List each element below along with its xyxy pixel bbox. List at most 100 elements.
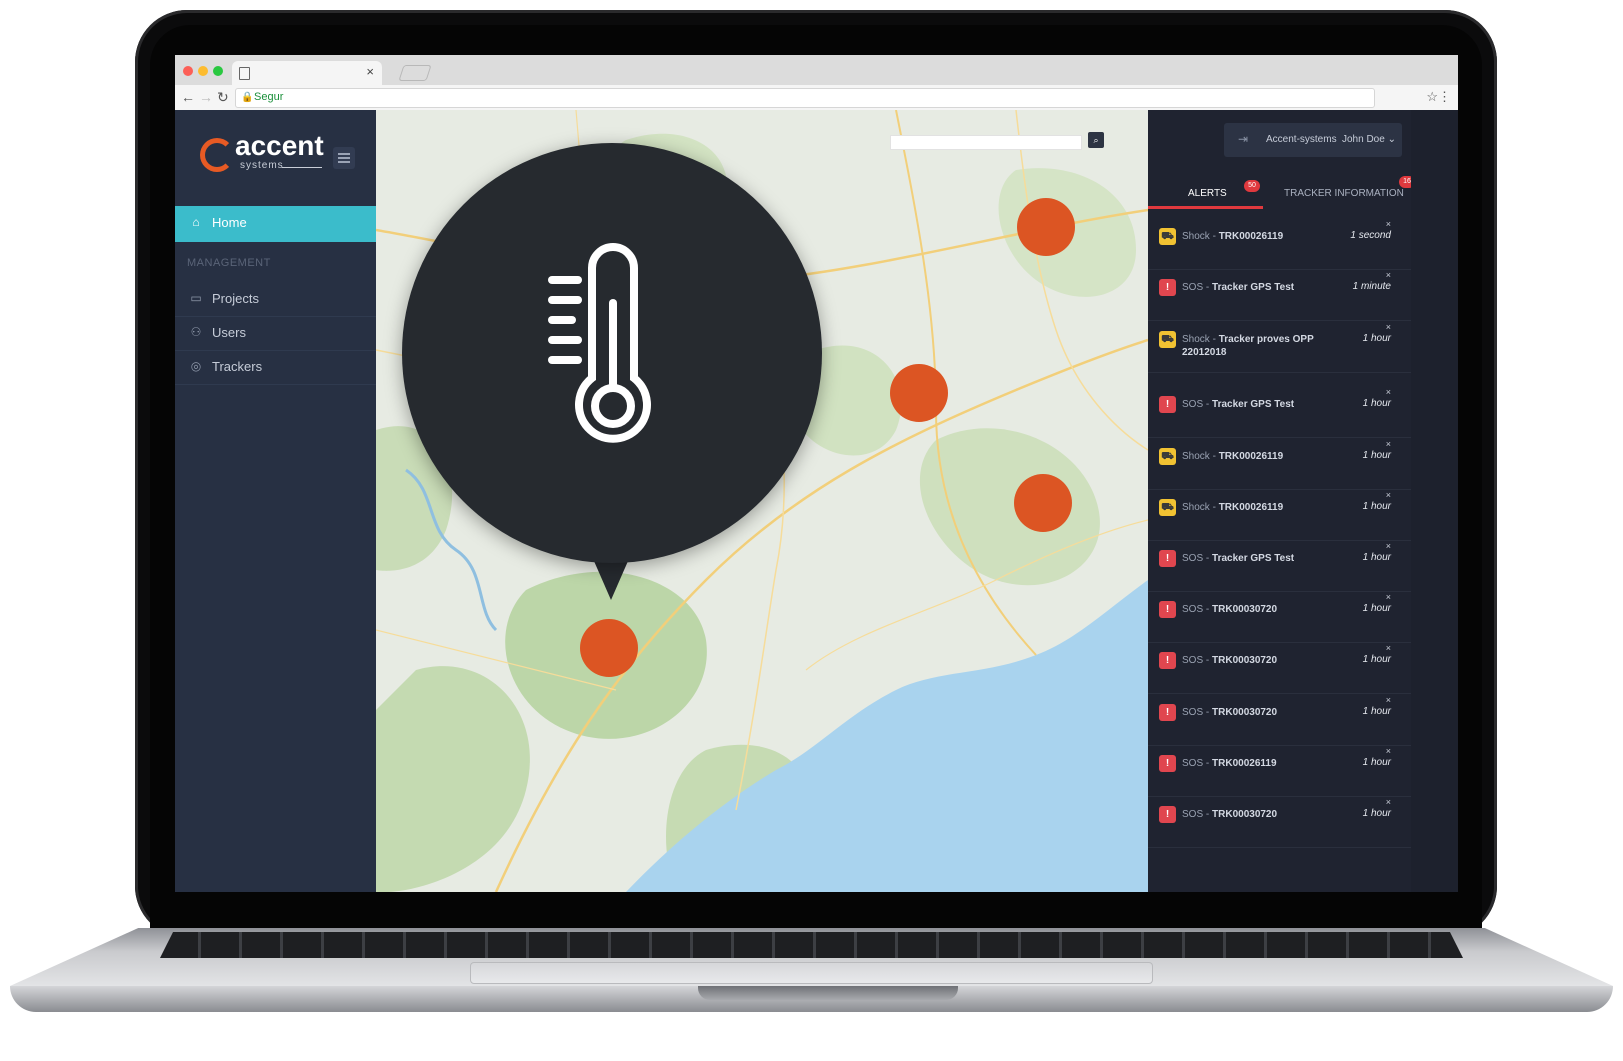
map-marker[interactable] <box>580 619 638 677</box>
vehicle-shock-icon: ⛟ <box>1159 228 1176 245</box>
document-icon <box>239 67 250 80</box>
url-text: Segur <box>254 91 284 103</box>
alert-device: TRK00026119 <box>1218 451 1284 462</box>
dismiss-alert-icon[interactable]: × <box>1386 270 1391 280</box>
search-icon[interactable]: ⌕ <box>1088 132 1104 148</box>
logo-underline <box>282 167 322 168</box>
separator: - <box>1209 451 1219 462</box>
lid-opening-notch <box>698 986 958 1000</box>
browser-address-bar: ← → ↻ 🔒 Segur ☆ ⋮ <box>175 85 1458 111</box>
url-field[interactable]: 🔒 Segur <box>235 88 1375 108</box>
window-close-button[interactable] <box>183 66 193 76</box>
bookmark-star-icon[interactable]: ☆ <box>1426 89 1438 105</box>
browser-menu-icon[interactable]: ⋮ <box>1438 89 1451 105</box>
separator: - <box>1209 502 1219 513</box>
tab-alerts[interactable]: ALERTS 50 <box>1148 178 1263 209</box>
alert-time: 1 hour <box>1362 501 1391 512</box>
dismiss-alert-icon[interactable]: × <box>1386 797 1391 807</box>
sidebar-item-label: Trackers <box>212 359 263 374</box>
dismiss-alert-icon[interactable]: × <box>1386 592 1391 602</box>
map-marker[interactable] <box>890 364 948 422</box>
alert-type: Shock <box>1182 451 1210 462</box>
dismiss-alert-icon[interactable]: × <box>1386 541 1391 551</box>
alert-item[interactable]: ×! SOS - TRK00030720 1 hour <box>1148 694 1411 746</box>
sos-alert-icon: ! <box>1159 396 1176 413</box>
dismiss-alert-icon[interactable]: × <box>1386 695 1391 705</box>
vehicle-shock-icon: ⛟ <box>1159 448 1176 465</box>
separator: - <box>1203 655 1213 666</box>
alert-item[interactable]: × ⛟ Shock - TRK00026119 1 hour <box>1148 489 1411 541</box>
dismiss-alert-icon[interactable]: × <box>1386 322 1391 332</box>
alert-description: SOS - Tracker GPS Test <box>1182 281 1332 294</box>
browser-tab[interactable]: × <box>232 61 382 85</box>
organization-name: Accent-systems <box>1266 134 1337 145</box>
sidebar-item-users[interactable]: ⚇ Users <box>175 316 376 351</box>
alert-description: SOS - Tracker GPS Test <box>1182 398 1332 411</box>
sidebar: accent systems ⌂ Home MANAGEMENT ▭ Proje… <box>175 110 376 892</box>
alert-time: 1 hour <box>1362 333 1391 344</box>
map-marker[interactable] <box>1017 198 1075 256</box>
separator: - <box>1203 758 1213 769</box>
dismiss-alert-icon[interactable]: × <box>1386 387 1391 397</box>
alert-time: 1 minute <box>1352 281 1391 292</box>
sidebar-item-label: Home <box>212 215 247 230</box>
alert-item[interactable]: ×! SOS - Tracker GPS Test 1 hour <box>1148 386 1411 438</box>
alerts-count-badge: 50 <box>1244 180 1260 192</box>
dismiss-alert-icon[interactable]: × <box>1386 746 1391 756</box>
alert-device: Tracker GPS Test <box>1212 553 1295 564</box>
close-tab-icon[interactable]: × <box>366 64 374 79</box>
alert-device: Tracker GPS Test <box>1212 282 1295 293</box>
alert-item[interactable]: ×! SOS - Tracker GPS Test 1 hour <box>1148 540 1411 592</box>
alert-type: Shock <box>1182 231 1210 242</box>
alert-item[interactable]: ×! SOS - TRK00030720 1 hour <box>1148 642 1411 694</box>
alert-device: TRK00026119 <box>1218 502 1284 513</box>
sidebar-item-label: Users <box>212 325 246 340</box>
thermometer-icon <box>548 243 651 443</box>
alert-type: SOS <box>1182 399 1204 410</box>
separator: - <box>1203 399 1213 410</box>
dismiss-alert-icon[interactable]: × <box>1386 219 1391 229</box>
map-marker[interactable] <box>1014 474 1072 532</box>
window-maximize-button[interactable] <box>213 66 223 76</box>
window-minimize-button[interactable] <box>198 66 208 76</box>
logo-mark <box>200 138 234 172</box>
separator: - <box>1203 553 1213 564</box>
alert-device: TRK00030720 <box>1212 655 1278 666</box>
alert-time: 1 hour <box>1362 450 1391 461</box>
alert-time: 1 hour <box>1362 552 1391 563</box>
reload-icon[interactable]: ↻ <box>217 89 229 106</box>
alert-item[interactable]: ×! SOS - TRK00026119 1 hour <box>1148 745 1411 797</box>
alert-item[interactable]: × ⛟ Shock - TRK00026119 1 second <box>1148 218 1411 270</box>
alert-description: Shock - TRK00026119 <box>1182 450 1332 463</box>
map-search-input[interactable] <box>890 135 1082 150</box>
sidebar-item-trackers[interactable]: ◎ Trackers <box>175 350 376 385</box>
folder-icon: ▭ <box>190 291 202 305</box>
alert-item[interactable]: × ⛟ Shock - Tracker proves OPP 22012018 1 h… <box>1148 321 1411 373</box>
sidebar-item-home[interactable]: ⌂ Home <box>175 206 376 242</box>
menu-toggle-icon[interactable] <box>333 147 355 169</box>
dismiss-alert-icon[interactable]: × <box>1386 439 1391 449</box>
logout-icon[interactable]: ⇥ <box>1238 132 1248 146</box>
alert-item[interactable]: ×! SOS - Tracker GPS Test 1 minute <box>1148 269 1411 321</box>
sos-alert-icon: ! <box>1159 652 1176 669</box>
user-menu[interactable]: ⇥ Accent-systems John Doe ⌄ <box>1224 123 1402 157</box>
back-arrow-icon[interactable]: ← <box>181 89 195 105</box>
new-tab-button[interactable] <box>398 65 432 81</box>
dismiss-alert-icon[interactable]: × <box>1386 490 1391 500</box>
alert-item[interactable]: ×! SOS - TRK00030720 1 hour <box>1148 591 1411 643</box>
keyboard <box>160 932 1463 958</box>
tab-label: ALERTS <box>1188 188 1227 199</box>
tab-tracker-information[interactable]: TRACKER INFORMATION 16 <box>1263 176 1415 206</box>
separator: - <box>1203 604 1213 615</box>
dismiss-alert-icon[interactable]: × <box>1386 643 1391 653</box>
logo-subtitle: systems <box>240 160 284 171</box>
alert-description: SOS - TRK00030720 <box>1182 808 1332 821</box>
separator: - <box>1203 282 1213 293</box>
sidebar-item-projects[interactable]: ▭ Projects <box>175 282 376 317</box>
alert-item[interactable]: ×! SOS - TRK00030720 1 hour <box>1148 796 1411 848</box>
sos-alert-icon: ! <box>1159 601 1176 618</box>
alert-time: 1 second <box>1350 230 1391 241</box>
forward-arrow-icon[interactable]: → <box>199 89 213 105</box>
alert-item[interactable]: × ⛟ Shock - TRK00026119 1 hour <box>1148 438 1411 490</box>
user-name: John Doe ⌄ <box>1342 134 1396 145</box>
